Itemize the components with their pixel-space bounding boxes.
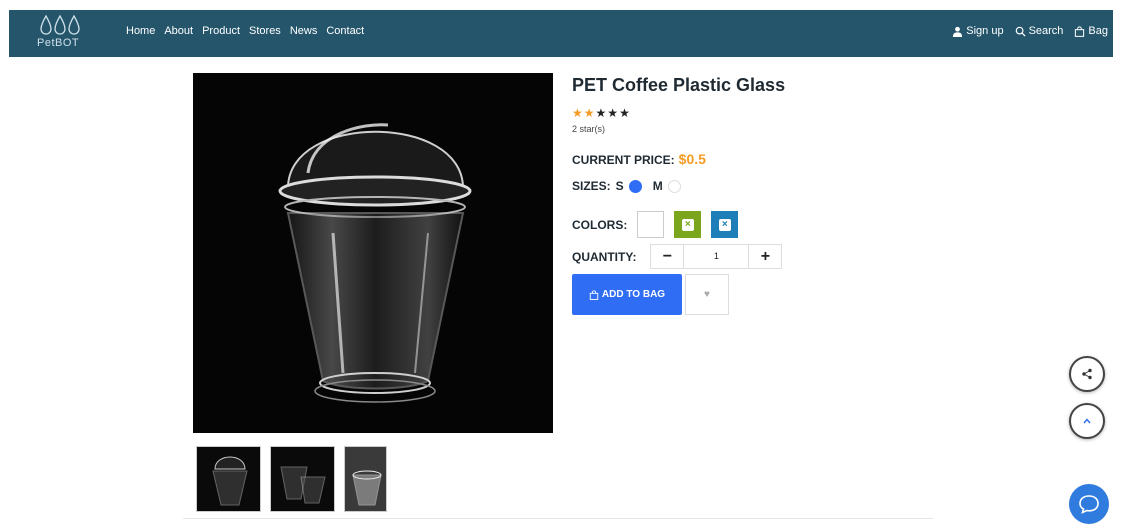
logo-drops-icon [40, 14, 80, 35]
cup-thumbnail-icon [212, 456, 248, 506]
size-m-radio[interactable] [667, 179, 681, 193]
plus-button[interactable]: + [749, 245, 782, 268]
star-icon: ★ [595, 106, 607, 120]
brand-logo[interactable]: PetBOT [37, 14, 87, 54]
add-to-bag-label: ADD TO BAG [601, 289, 666, 300]
share-icon [1082, 368, 1092, 380]
bag-icon [1075, 25, 1085, 37]
chat-bubble-icon [1079, 495, 1099, 514]
add-to-bag-button[interactable]: ADD TO BAG [572, 274, 682, 315]
top-navbar: PetBOT Home About Product Stores News Co… [9, 10, 1113, 57]
size-m-label: M [652, 179, 663, 193]
thumbnail-strip [196, 446, 387, 512]
chevron-up-icon [1083, 418, 1091, 424]
quantity-label: QUANTITY: [572, 249, 637, 264]
plastic-cup-image [278, 123, 472, 403]
size-s-radio[interactable] [628, 179, 642, 193]
color-selector: COLORS: × × [572, 211, 739, 238]
user-icon [953, 26, 963, 37]
rating-text: 2 star(s) [572, 124, 606, 134]
search-label: Search [1028, 25, 1064, 37]
thumbnail-1[interactable] [196, 446, 261, 512]
nav-about[interactable]: About [164, 25, 193, 37]
price-row: CURRENT PRICE: $0.5 [572, 151, 706, 167]
product-title: PET Coffee Plastic Glass [572, 75, 786, 95]
rating-stars: ★ ★ ★ ★ ★ [572, 106, 630, 120]
star-icon: ★ [607, 106, 619, 120]
star-icon: ★ [619, 106, 630, 120]
nav-news[interactable]: News [290, 25, 318, 37]
quantity-stepper: − 1 + [650, 244, 783, 269]
nav-contact[interactable]: Contact [326, 25, 364, 37]
colors-label: COLORS: [572, 217, 628, 232]
thumbnail-2[interactable] [270, 446, 335, 512]
cup-dessert-thumbnail-icon [352, 470, 382, 506]
bag-link[interactable]: Bag [1074, 25, 1108, 37]
color-swatch-white[interactable] [637, 211, 665, 238]
nav-stores[interactable]: Stores [249, 25, 281, 37]
sizes-label: SIZES: [572, 179, 611, 193]
size-s-label: S [615, 179, 624, 193]
share-button[interactable] [1069, 356, 1105, 392]
price-value: $0.5 [678, 151, 706, 167]
star-icon: ★ [583, 106, 595, 120]
signup-link[interactable]: Sign up [952, 25, 1004, 37]
nav-home[interactable]: Home [126, 25, 155, 37]
search-icon [1015, 26, 1026, 37]
close-icon: × [681, 218, 694, 231]
main-nav: Home About Product Stores News Contact [126, 25, 364, 37]
chat-button[interactable] [1069, 484, 1109, 524]
content-divider [183, 518, 933, 519]
search-link[interactable]: Search [1015, 25, 1064, 37]
minus-button[interactable]: − [651, 245, 684, 268]
brand-name: PetBOT [37, 37, 80, 49]
quantity-input[interactable]: 1 [683, 245, 750, 268]
star-icon: ★ [572, 106, 583, 120]
nav-actions: Sign up Search Bag [952, 25, 1108, 37]
heart-icon: ♥ [704, 289, 710, 300]
size-selector: SIZES: S M [572, 179, 681, 193]
bag-label: Bag [1088, 25, 1108, 37]
close-icon: × [718, 218, 731, 231]
thumbnail-3[interactable] [344, 446, 387, 512]
cups-group-thumbnail-icon [280, 466, 326, 504]
product-main-image[interactable] [193, 73, 553, 433]
quantity-row: QUANTITY: − 1 + [572, 244, 783, 269]
price-label: CURRENT PRICE: [572, 153, 675, 167]
color-swatch-green[interactable]: × [674, 211, 702, 238]
signup-label: Sign up [966, 25, 1004, 37]
scroll-top-button[interactable] [1069, 403, 1105, 439]
bag-icon [589, 289, 599, 300]
wishlist-button[interactable]: ♥ [685, 274, 729, 315]
nav-product[interactable]: Product [202, 25, 240, 37]
color-swatch-blue[interactable]: × [711, 211, 739, 238]
